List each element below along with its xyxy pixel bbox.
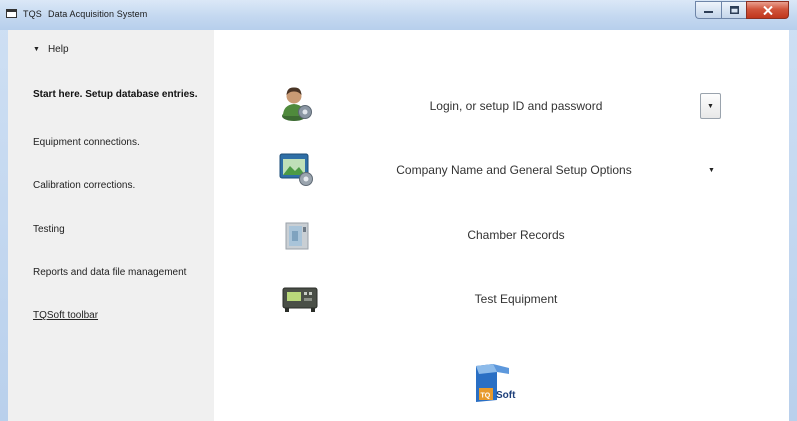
window-controls (695, 1, 789, 19)
client-area: ▼ Help Start here. Setup database entries… (8, 30, 789, 421)
minimize-button[interactable] (695, 1, 721, 19)
svg-text:TQ: TQ (481, 393, 491, 400)
application-window: TQS Data Acquisition System ▼ Help Start … (0, 0, 797, 421)
tqsoft-logo: TQ Soft (473, 362, 519, 406)
chamber-icon[interactable] (284, 221, 310, 251)
logo-text: Soft (496, 390, 516, 401)
window-app-name: TQS (23, 9, 42, 19)
chevron-down-icon[interactable]: ▼ (708, 167, 715, 174)
close-icon (762, 5, 773, 15)
maximize-icon (729, 6, 739, 14)
title-bar[interactable]: TQS Data Acquisition System (0, 0, 797, 30)
test-equipment-link[interactable]: Test Equipment (436, 292, 596, 306)
sidebar-item-calibration-corrections[interactable]: Calibration corrections. (33, 180, 135, 191)
sidebar-item-setup-database[interactable]: Start here. Setup database entries. (33, 89, 203, 101)
login-setup-link[interactable]: Login, or setup ID and password (396, 99, 636, 113)
company-setup-link[interactable]: Company Name and General Setup Options (384, 163, 644, 177)
close-button[interactable] (746, 1, 789, 19)
settings-window-icon[interactable] (278, 151, 316, 187)
window-title: Data Acquisition System (48, 9, 148, 19)
main-panel: Login, or setup ID and password ▼ Compan… (214, 30, 789, 421)
chamber-records-link[interactable]: Chamber Records (436, 228, 596, 242)
user-icon[interactable] (279, 85, 315, 121)
login-dropdown-button[interactable]: ▼ (700, 93, 721, 119)
minimize-icon (704, 10, 713, 13)
sidebar-item-equipment-connections[interactable]: Equipment connections. (33, 137, 140, 148)
maximize-button[interactable] (721, 1, 746, 19)
help-label: Help (47, 44, 69, 55)
chevron-down-icon: ▼ (33, 46, 40, 53)
help-menu[interactable]: ▼ Help (33, 44, 69, 55)
app-window-icon (6, 9, 17, 18)
meter-icon[interactable] (280, 282, 320, 314)
sidebar-item-tqsoft-toolbar[interactable]: TQSoft toolbar (33, 310, 98, 321)
sidebar: ▼ Help Start here. Setup database entries… (8, 30, 214, 421)
sidebar-item-reports[interactable]: Reports and data file management (33, 267, 186, 278)
sidebar-item-testing[interactable]: Testing (33, 224, 65, 235)
chevron-down-icon: ▼ (707, 102, 714, 110)
